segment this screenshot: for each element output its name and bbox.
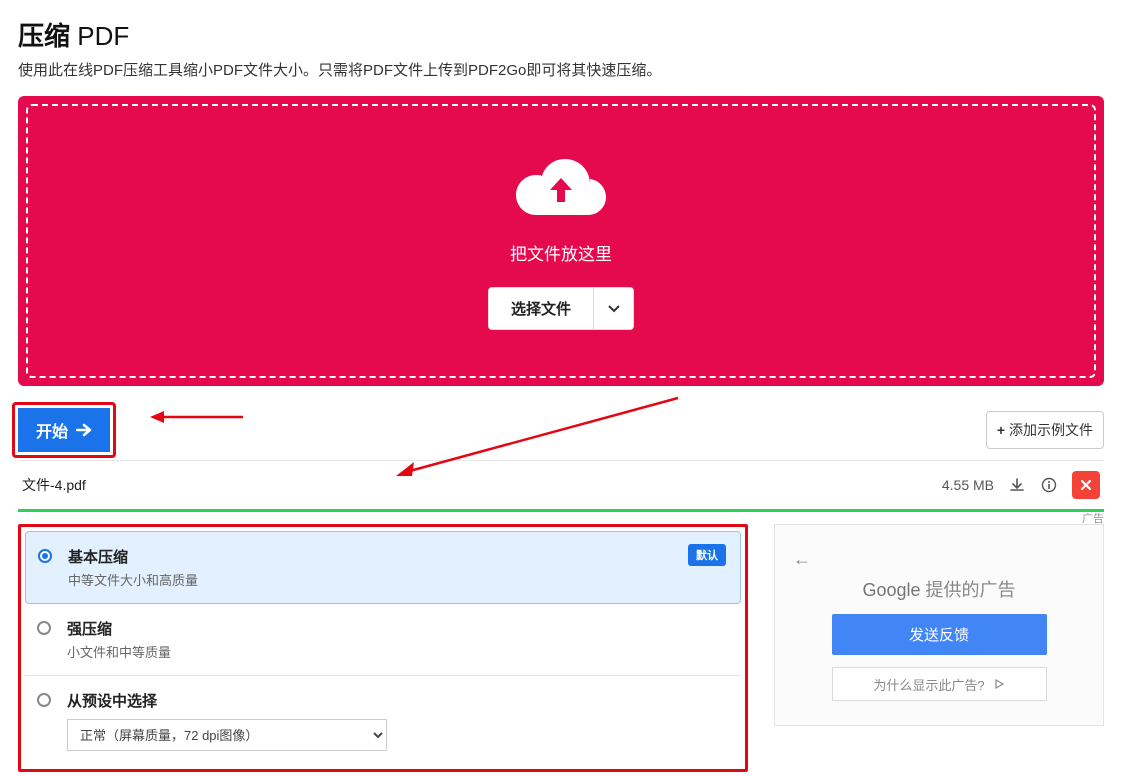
- file-row: 文件-4.pdf 4.55 MB: [18, 461, 1104, 512]
- start-label: 开始: [36, 418, 68, 442]
- title-bold: 压缩: [18, 21, 70, 51]
- option-basic-compression[interactable]: 基本压缩 中等文件大小和高质量 默认: [25, 531, 741, 604]
- ad-box: ← Google 提供的广告 发送反馈 为什么显示此广告?: [774, 524, 1104, 726]
- option-preset[interactable]: 从预设中选择 正常（屏幕质量，72 dpi图像）: [25, 676, 741, 765]
- option-title: 强压缩: [67, 618, 729, 639]
- option-strong-compression[interactable]: 强压缩 小文件和中等质量: [25, 604, 741, 676]
- plus-icon: +: [997, 422, 1005, 438]
- ad-google-text: 提供的广告: [926, 580, 1016, 600]
- add-sample-button[interactable]: + 添加示例文件: [986, 411, 1104, 449]
- ad-feedback-button[interactable]: 发送反馈: [832, 614, 1047, 655]
- page-title: 压缩 PDF: [18, 16, 1104, 53]
- file-name: 文件-4.pdf: [22, 475, 86, 495]
- options-panel: 基本压缩 中等文件大小和高质量 默认 强压缩 小文件和中等质量 从预设中选择: [18, 524, 748, 772]
- annotation-arrow-icon: [148, 404, 248, 430]
- default-badge: 默认: [688, 544, 726, 566]
- select-file-button[interactable]: 选择文件: [488, 287, 594, 330]
- arrow-right-icon: [76, 423, 92, 437]
- toolbar: 开始 + 添加示例文件: [18, 400, 1104, 461]
- download-icon[interactable]: [1008, 476, 1026, 494]
- dropzone-container: 把文件放这里 选择文件: [18, 96, 1104, 386]
- drop-text: 把文件放这里: [510, 240, 612, 265]
- close-icon: [1080, 479, 1092, 491]
- select-file-group: 选择文件: [488, 287, 634, 330]
- chevron-down-icon: [608, 305, 620, 313]
- option-desc: 小文件和中等质量: [67, 642, 729, 661]
- ad-label: 广告: [1082, 510, 1104, 526]
- preset-select[interactable]: 正常（屏幕质量，72 dpi图像）: [67, 719, 387, 751]
- radio-icon: [37, 693, 51, 707]
- ad-why-label: 为什么显示此广告?: [873, 675, 984, 694]
- ad-provider-text: Google 提供的广告: [793, 576, 1085, 602]
- delete-button[interactable]: [1072, 471, 1100, 499]
- option-desc: 中等文件大小和高质量: [68, 570, 728, 589]
- add-sample-label: 添加示例文件: [1009, 420, 1093, 440]
- page-subtitle: 使用此在线PDF压缩工具缩小PDF文件大小。只需将PDF文件上传到PDF2Go即…: [18, 59, 1104, 80]
- start-button[interactable]: 开始: [18, 408, 110, 452]
- cloud-upload-icon: [514, 152, 609, 230]
- title-rest: PDF: [70, 21, 129, 51]
- ad-close-icon[interactable]: ←: [793, 549, 1085, 570]
- dropzone[interactable]: 把文件放这里 选择文件: [26, 104, 1096, 378]
- select-file-dropdown[interactable]: [594, 287, 634, 330]
- info-icon[interactable]: [1040, 476, 1058, 494]
- radio-checked-icon: [38, 549, 52, 563]
- option-title: 从预设中选择: [67, 690, 729, 711]
- option-title: 基本压缩: [68, 546, 728, 567]
- ad-why-button[interactable]: 为什么显示此广告?: [832, 667, 1047, 701]
- radio-icon: [37, 621, 51, 635]
- file-meta: 4.55 MB: [942, 471, 1100, 499]
- play-icon: [993, 678, 1005, 690]
- file-size: 4.55 MB: [942, 477, 994, 493]
